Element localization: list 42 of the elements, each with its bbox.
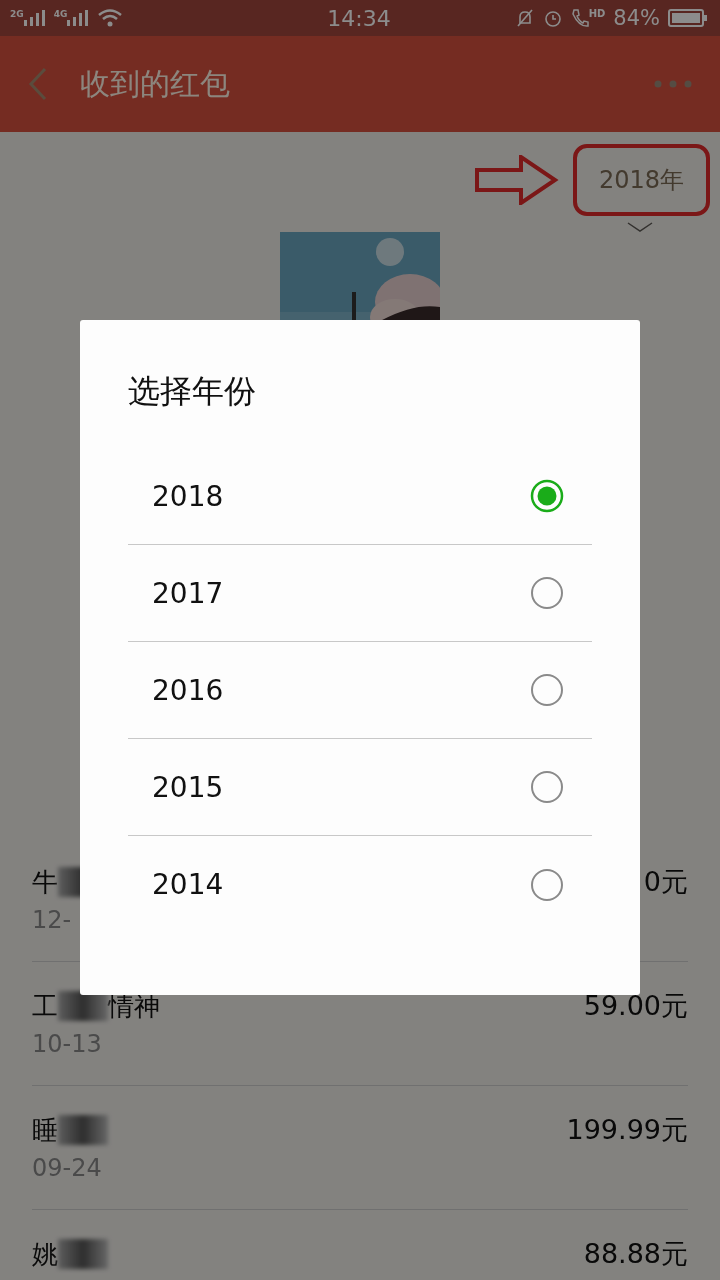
sender-name: 工 xyxy=(32,989,58,1023)
year-option[interactable]: 2014 xyxy=(128,836,592,933)
sender-name: 睡 xyxy=(32,1113,58,1147)
year-label: 2018 xyxy=(152,479,224,513)
year-option[interactable]: 2016 xyxy=(128,642,592,739)
year-label: 2015 xyxy=(152,770,224,804)
battery-percent: 84% xyxy=(613,6,660,30)
amount: 88.88元 xyxy=(583,1237,688,1271)
sender-name: 姚 xyxy=(32,1237,58,1271)
radio-button[interactable] xyxy=(530,576,564,610)
amount: 0元 xyxy=(643,865,688,899)
network-type: 4G xyxy=(53,10,68,19)
record-date: 10-13 xyxy=(32,1030,103,1058)
year-label: 2014 xyxy=(152,868,224,901)
year-option[interactable]: 2017 xyxy=(128,545,592,642)
battery-icon xyxy=(668,8,708,28)
radio-button[interactable] xyxy=(530,673,564,707)
sender-name: 情神 xyxy=(108,989,160,1023)
page-title: 收到的红包 xyxy=(80,64,231,103)
muted-bell-icon xyxy=(514,8,535,28)
signal-icon xyxy=(23,10,46,26)
record-date: 12- xyxy=(32,906,73,934)
phone-icon xyxy=(570,8,589,28)
alarm-icon xyxy=(542,8,563,28)
signal-icon xyxy=(67,10,90,26)
year-label: 2016 xyxy=(152,673,224,707)
wifi-icon xyxy=(97,8,124,28)
radio-button[interactable] xyxy=(530,479,564,513)
amount: 59.00元 xyxy=(583,989,688,1023)
chevron-down-icon xyxy=(627,222,653,232)
network-type: 2G xyxy=(10,10,24,19)
hd-label: HD xyxy=(588,8,606,19)
year-label: 2017 xyxy=(152,576,224,610)
dialog-title: 选择年份 xyxy=(128,371,257,412)
year-option[interactable]: 2015 xyxy=(128,739,592,836)
clock: 14:34 xyxy=(327,5,391,31)
radio-button[interactable] xyxy=(530,867,564,902)
amount: 199.99元 xyxy=(566,1113,688,1147)
sender-name: 牛 xyxy=(32,865,58,899)
radio-button[interactable] xyxy=(530,770,564,804)
year-option[interactable]: 2018 xyxy=(128,448,592,545)
record-date: 09-24 xyxy=(32,1154,103,1182)
